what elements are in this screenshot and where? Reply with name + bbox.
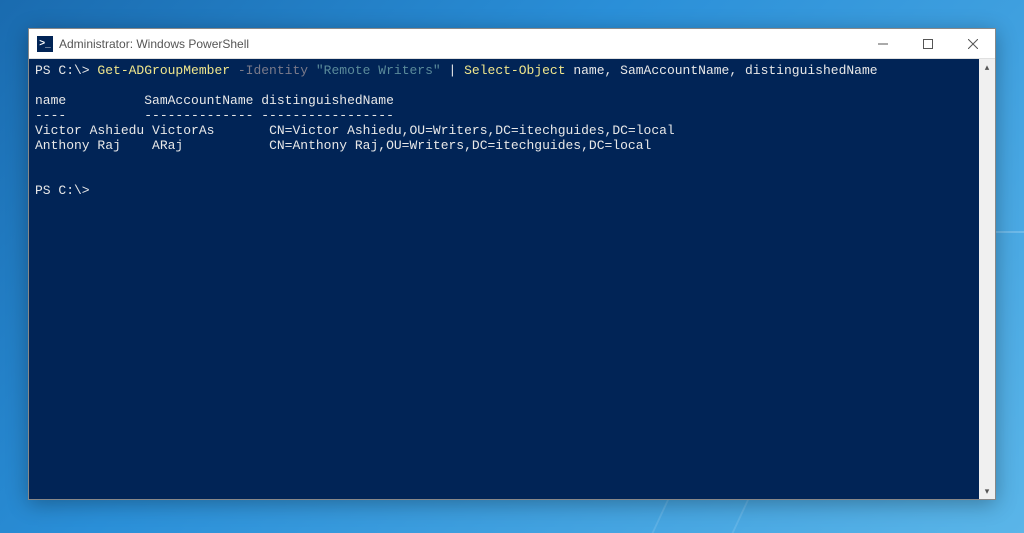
arg: "Remote Writers" (316, 63, 441, 78)
table-cell: Victor Ashiedu (35, 123, 152, 138)
powershell-window: >_ Administrator: Windows PowerShell PS … (28, 28, 996, 500)
prompt: PS C:\> (35, 183, 90, 198)
col-header-dn: distinguishedName (261, 93, 394, 108)
titlebar[interactable]: >_ Administrator: Windows PowerShell (29, 29, 995, 59)
powershell-icon: >_ (37, 36, 53, 52)
cmdlet: Get-ADGroupMember (97, 63, 230, 78)
table-cell: CN=Victor Ashiedu,OU=Writers,DC=itechgui… (269, 123, 675, 138)
table-cell: CN=Anthony Raj,OU=Writers,DC=itechguides… (269, 138, 651, 153)
window-title: Administrator: Windows PowerShell (59, 37, 860, 51)
cmdlet: Select-Object (464, 63, 565, 78)
param: -Identity (230, 63, 316, 78)
maximize-button[interactable] (905, 29, 950, 59)
col-sep: ---- (35, 108, 144, 123)
close-button[interactable] (950, 29, 995, 59)
minimize-button[interactable] (860, 29, 905, 59)
prompt: PS C:\> (35, 63, 97, 78)
vertical-scrollbar[interactable]: ▴ ▾ (979, 59, 995, 499)
cols: name, SamAccountName, distinguishedName (566, 63, 878, 78)
col-sep: ----------------- (261, 108, 394, 123)
scroll-track[interactable] (979, 75, 995, 483)
scroll-down-arrow-icon[interactable]: ▾ (979, 483, 995, 499)
terminal-area: PS C:\> Get-ADGroupMember -Identity "Rem… (29, 59, 995, 499)
col-sep: -------------- (144, 108, 261, 123)
scroll-up-arrow-icon[interactable]: ▴ (979, 59, 995, 75)
table-cell: VictorAs (152, 123, 269, 138)
table-cell: Anthony Raj (35, 138, 152, 153)
col-header-name: name (35, 93, 144, 108)
table-cell: ARaj (152, 138, 269, 153)
col-header-sam: SamAccountName (144, 93, 261, 108)
pipe: | (441, 63, 464, 78)
terminal-output[interactable]: PS C:\> Get-ADGroupMember -Identity "Rem… (29, 59, 979, 499)
